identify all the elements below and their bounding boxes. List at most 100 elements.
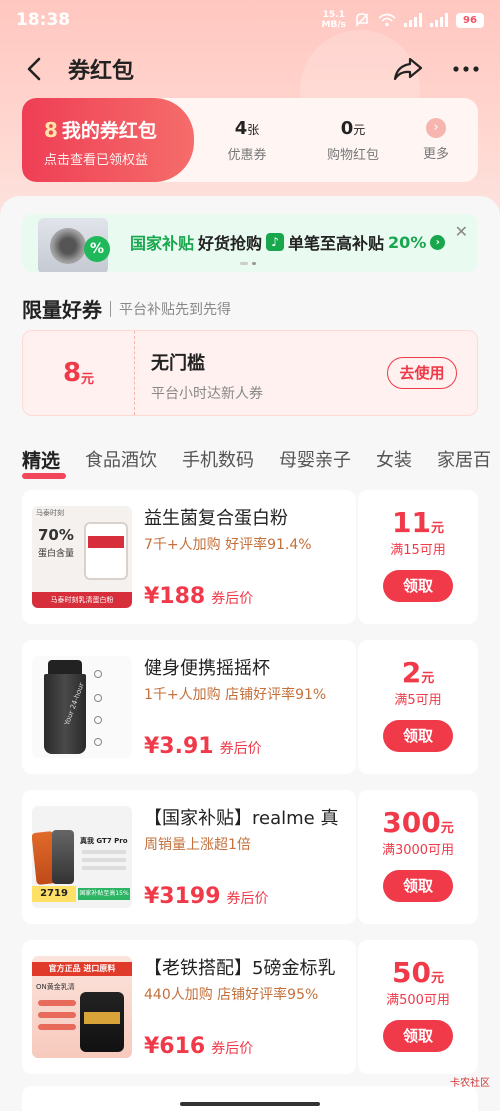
coupon-amount: 50 — [392, 956, 431, 989]
share-icon — [393, 57, 423, 81]
banner-text-4: 20% — [388, 232, 427, 252]
product-price: ¥616 — [144, 1034, 206, 1059]
share-button[interactable] — [392, 53, 424, 85]
coupon-subtitle: 平台小时达新人券 — [151, 386, 263, 402]
wifi-icon — [378, 13, 396, 27]
home-indicator[interactable] — [180, 1102, 320, 1106]
banner-text-1: 国家补贴 — [130, 234, 195, 253]
img-caption: 马泰时刻乳清蛋白粉 — [32, 592, 132, 608]
banner-text-3: 单笔至高补贴 — [288, 234, 385, 253]
product-card[interactable]: Your 24-hour 健身便携摇摇杯 1千+人加购 店铺好评率91% ¥3.… — [22, 640, 356, 774]
more-options-button[interactable] — [450, 53, 482, 85]
more-button[interactable]: › 更多 — [406, 118, 466, 162]
tab-womens[interactable]: 女装 — [376, 446, 412, 480]
my-coupons-card[interactable]: 8 我的券红包 点击查看已领权益 4张 优惠券 0元 购物红包 › 更多 — [22, 98, 478, 182]
product-coupon: 50元 满500可用 领取 — [358, 940, 478, 1074]
img-phone-price: 2719 — [32, 886, 76, 902]
arrow-right-icon: › — [430, 234, 446, 250]
product-item[interactable]: 马泰时刻 70% 蛋白含量 马泰时刻乳清蛋白粉 益生菌复合蛋白粉 7千+人加购 … — [22, 490, 478, 624]
product-card[interactable]: 真我 GT7 Pro 2719 国家补贴至高15% 【国家补贴】realme 真… — [22, 790, 356, 924]
product-coupon: 11元 满15可用 领取 — [358, 490, 478, 624]
tab-digital[interactable]: 手机数码 — [182, 446, 254, 480]
tab-featured[interactable]: 精选 — [22, 446, 67, 480]
product-title: 【老铁搭配】5磅金标乳 — [144, 958, 336, 979]
product-price: ¥3.91 — [144, 734, 214, 759]
limited-section-title: 限量好券 — [22, 298, 102, 322]
claim-button[interactable]: 领取 — [383, 1020, 453, 1052]
net-speed-value: 15.1 — [322, 10, 345, 20]
back-button[interactable] — [18, 53, 50, 85]
use-coupon-button[interactable]: 去使用 — [387, 357, 457, 389]
coupon-value: 8 元 — [23, 331, 135, 415]
more-dots-icon — [453, 66, 479, 72]
tab-food-drinks[interactable]: 食品酒饮 — [85, 446, 157, 480]
status-time: 18:38 — [16, 10, 71, 30]
back-arrow-icon — [27, 57, 41, 81]
coupon-title: 无门槛 — [151, 353, 205, 374]
product-image-shaker: Your 24-hour — [32, 656, 132, 758]
product-meta: 1千+人加购 店铺好评率91% — [144, 687, 327, 703]
page-title: 券红包 — [68, 59, 135, 84]
claim-button[interactable]: 领取 — [383, 870, 453, 902]
product-price: ¥3199 — [144, 884, 221, 909]
img-brand: 马泰时刻 — [36, 509, 64, 517]
price-label: 券后价 — [219, 741, 262, 757]
mute-icon — [355, 13, 369, 27]
claim-button[interactable]: 领取 — [383, 720, 453, 752]
product-item[interactable]: 真我 GT7 Pro 2719 国家补贴至高15% 【国家补贴】realme 真… — [22, 790, 478, 924]
product-meta: 440人加购 店铺好评率95% — [144, 987, 319, 1003]
product-meta: 周销量上涨超1倍 — [144, 837, 251, 853]
coupon-amount: 2 — [401, 656, 422, 689]
product-card[interactable]: 马泰时刻 70% 蛋白含量 马泰时刻乳清蛋白粉 益生菌复合蛋白粉 7千+人加购 … — [22, 490, 356, 624]
coupon-unit: 元 — [430, 521, 444, 536]
img-brand-name: ON黄金乳清 — [36, 983, 75, 991]
product-coupon: 2元 满5可用 领取 — [358, 640, 478, 774]
tab-home[interactable]: 家居百 — [437, 446, 491, 480]
product-coupon: 300元 满3000可用 领取 — [358, 790, 478, 924]
product-image-whey: 官方正品 进口原料 ON黄金乳清 — [32, 956, 132, 1058]
price-label: 券后价 — [211, 1041, 254, 1057]
divider — [110, 300, 111, 317]
img-phone-model: 真我 GT7 Pro — [80, 837, 128, 845]
img-percent: 70% — [38, 526, 74, 544]
coupon-condition: 满3000可用 — [381, 843, 455, 858]
close-icon[interactable]: ✕ — [455, 222, 468, 241]
stat-coupons[interactable]: 4张 优惠券 — [194, 118, 300, 163]
product-title: 【国家补贴】realme 真 — [144, 808, 339, 829]
claim-button[interactable]: 领取 — [383, 570, 453, 602]
coupon-unit: 元 — [421, 671, 435, 686]
net-speed-unit: MB/s — [321, 20, 346, 30]
my-coupons-entry[interactable]: 8 我的券红包 点击查看已领权益 — [22, 98, 194, 182]
stat-coupons-value: 4 — [234, 117, 248, 139]
watermark: 卡农社区 — [450, 1078, 490, 1089]
product-meta: 7千+人加购 好评率91.4% — [144, 537, 312, 553]
img-subsidy-tag: 国家补贴至高15% — [78, 888, 130, 900]
coupon-amount: 8 — [62, 358, 82, 388]
price-label: 券后价 — [211, 591, 254, 607]
battery-icon: 96 — [456, 12, 484, 28]
category-tabs: 精选 食品酒饮 手机数码 母婴亲子 女装 家居百 — [22, 446, 500, 480]
product-item[interactable]: 官方正品 进口原料 ON黄金乳清 【老铁搭配】5磅金标乳 440人加购 店铺好评… — [22, 940, 478, 1074]
limited-coupon-card[interactable]: 8 元 无门槛 平台小时达新人券 去使用 — [22, 330, 478, 416]
product-item[interactable]: Your 24-hour 健身便携摇摇杯 1千+人加购 店铺好评率91% ¥3.… — [22, 640, 478, 774]
my-coupons-subtitle: 点击查看已领权益 — [44, 153, 149, 168]
banner-text-2: 好货抢购 — [198, 234, 263, 253]
coupon-unit: 元 — [81, 371, 95, 387]
nav-bar: 券红包 — [0, 44, 500, 94]
limited-section-subtitle: 平台补贴先到先得 — [119, 301, 231, 318]
img-protein-label: 蛋白含量 — [38, 549, 75, 559]
tab-baby[interactable]: 母婴亲子 — [279, 446, 351, 480]
coupon-condition: 满15可用 — [390, 543, 446, 558]
img-official-tag: 官方正品 进口原料 — [32, 962, 132, 976]
signal-icon-2 — [430, 13, 448, 27]
coupon-condition: 满500可用 — [386, 993, 450, 1008]
status-icons: 15.1 MB/s 96 — [322, 10, 484, 30]
signal-icon — [404, 13, 422, 27]
product-image-protein: 马泰时刻 70% 蛋白含量 马泰时刻乳清蛋白粉 — [32, 506, 132, 608]
stat-redpacket-value: 0 — [340, 117, 354, 139]
product-card[interactable]: 官方正品 进口原料 ON黄金乳清 【老铁搭配】5磅金标乳 440人加购 店铺好评… — [22, 940, 356, 1074]
coupon-condition: 满5可用 — [394, 693, 442, 708]
product-title: 益生菌复合蛋白粉 — [144, 508, 288, 529]
stat-redpacket[interactable]: 0元 购物红包 — [300, 118, 406, 163]
stat-redpacket-label: 购物红包 — [326, 147, 379, 163]
